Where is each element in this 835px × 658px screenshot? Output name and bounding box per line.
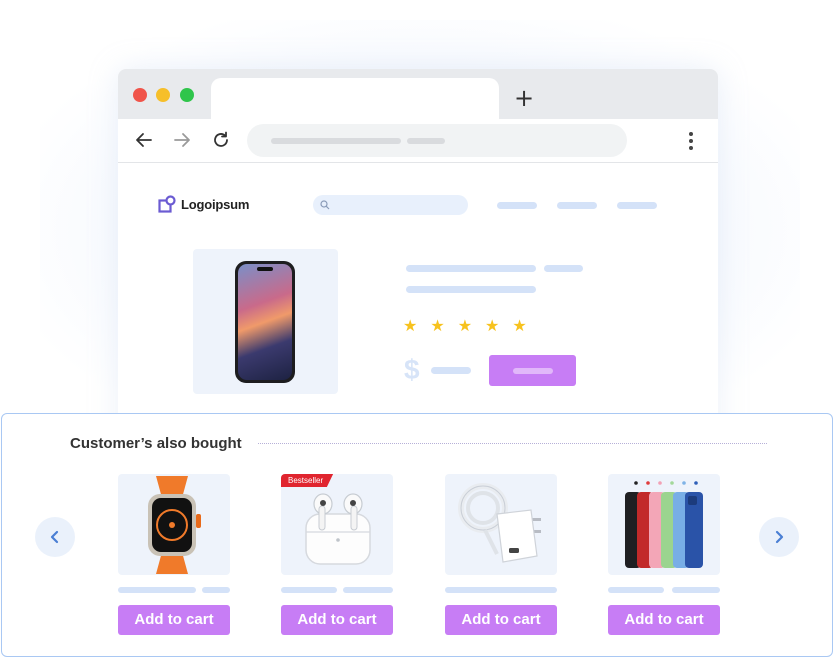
new-tab-button[interactable]: +: [514, 83, 534, 113]
also-bought-panel: Customer’s also bought Add to cart Bests…: [1, 413, 833, 657]
search-icon: [320, 200, 330, 210]
add-to-cart-button[interactable]: Add to cart: [608, 605, 720, 635]
add-to-cart-button[interactable]: Add to cart: [118, 605, 230, 635]
reload-icon: [214, 131, 228, 147]
nav-link-placeholder[interactable]: [617, 202, 657, 209]
nav-link-placeholder[interactable]: [557, 202, 597, 209]
product-name-placeholder: [608, 587, 720, 593]
charger-image: [458, 483, 541, 563]
product-card[interactable]: Bestseller Add to cart: [281, 474, 393, 635]
add-to-cart-button[interactable]: Add to cart: [445, 605, 557, 635]
browser-window: + Logoipsum ★ ★ ★ ★ ★ $: [118, 69, 718, 449]
add-to-cart-button[interactable]: Add to cart: [281, 605, 393, 635]
nav-link-placeholder[interactable]: [497, 202, 537, 209]
product-thumbnail[interactable]: [445, 474, 557, 575]
arrow-left-icon: [136, 133, 152, 147]
product-card[interactable]: Add to cart: [445, 474, 557, 635]
maximize-window-button[interactable]: [180, 88, 194, 102]
product-thumbnail[interactable]: [118, 474, 230, 575]
airpods-image: [305, 493, 371, 565]
chevron-right-icon: [775, 530, 784, 544]
product-image: [193, 249, 338, 394]
back-button[interactable]: [133, 129, 155, 151]
carousel-next-button[interactable]: [759, 517, 799, 557]
buy-button[interactable]: [489, 355, 576, 386]
watch-image: [148, 476, 201, 574]
browser-toolbar: [118, 119, 718, 163]
url-placeholder: [271, 138, 401, 144]
browser-titlebar: +: [118, 69, 718, 119]
arrow-right-icon: [174, 133, 190, 147]
star-icon: ★: [457, 316, 473, 335]
bestseller-badge: Bestseller: [281, 474, 334, 487]
url-placeholder: [407, 138, 445, 144]
logo-text: Logoipsum: [181, 197, 250, 212]
product-title-placeholder: [544, 265, 583, 272]
product-rating: ★ ★ ★ ★ ★: [403, 318, 527, 334]
product-title-placeholder: [406, 265, 536, 272]
minimize-window-button[interactable]: [156, 88, 170, 102]
product-thumbnail[interactable]: Bestseller: [281, 474, 393, 575]
product-subtitle-placeholder: [406, 286, 536, 293]
divider: [258, 443, 767, 444]
site-logo[interactable]: Logoipsum: [158, 195, 249, 214]
reload-button[interactable]: [210, 129, 232, 151]
site-search-input[interactable]: [313, 195, 468, 215]
panel-title: Customer’s also bought: [70, 435, 242, 452]
product-card[interactable]: Add to cart: [608, 474, 720, 635]
close-window-button[interactable]: [133, 88, 147, 102]
browser-menu-button[interactable]: [684, 130, 698, 152]
product-card[interactable]: Add to cart: [118, 474, 230, 635]
product-name-placeholder: [118, 587, 230, 593]
browser-tab[interactable]: [211, 78, 499, 119]
price-placeholder: [431, 367, 471, 374]
star-icon: ★: [512, 316, 527, 335]
iphone-image: [235, 261, 295, 383]
chevron-left-icon: [50, 530, 59, 544]
product-thumbnail[interactable]: [608, 474, 720, 575]
logo-icon: [158, 195, 176, 213]
dollar-icon: $: [404, 354, 420, 385]
star-icon: ★: [430, 316, 445, 335]
star-icon: ★: [485, 316, 500, 335]
product-name-placeholder: [445, 587, 557, 593]
product-name-placeholder: [281, 587, 393, 593]
carousel-prev-button[interactable]: [35, 517, 75, 557]
star-icon: ★: [403, 316, 418, 335]
forward-button[interactable]: [171, 129, 193, 151]
address-bar[interactable]: [247, 124, 627, 157]
phone-cases-image: [625, 481, 703, 568]
